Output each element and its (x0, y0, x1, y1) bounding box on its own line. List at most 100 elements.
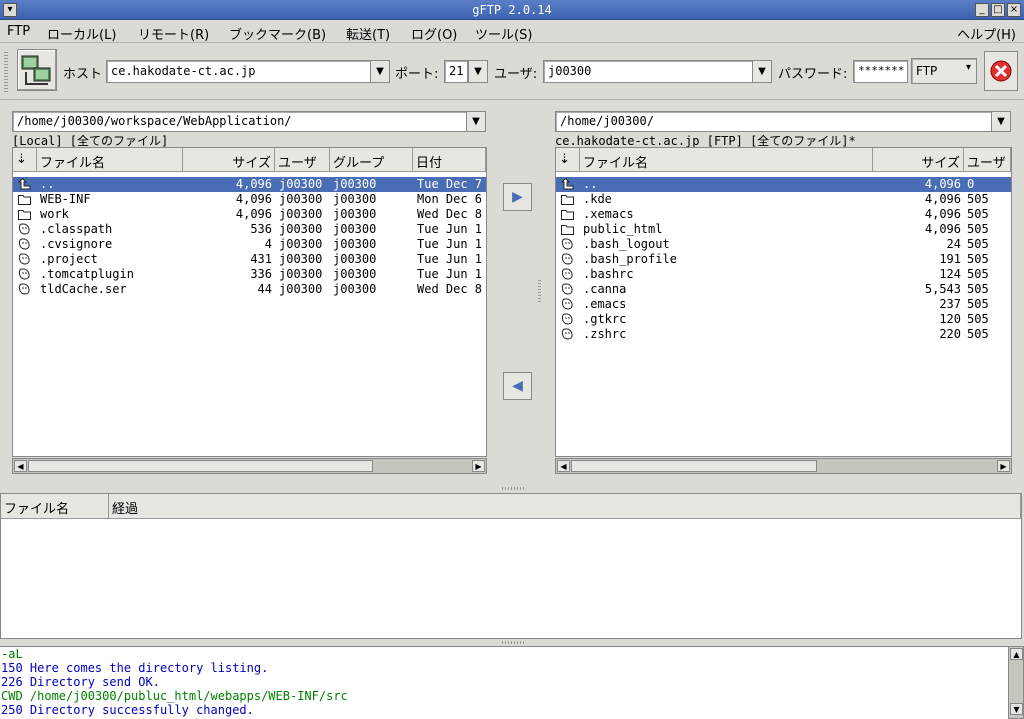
splitter-grip[interactable] (502, 641, 524, 644)
local-col-name[interactable]: ファイル名 (37, 148, 183, 172)
table-row[interactable]: .project 431 j00300 j00300 Tue Jun 1 (13, 252, 486, 267)
scroll-right-icon[interactable]: ▶ (472, 460, 485, 472)
pane-grip[interactable] (538, 280, 541, 304)
port-label: ポート: (395, 67, 439, 82)
remote-hscrollbar[interactable]: ◀ ▶ (555, 458, 1012, 474)
splitter-grip[interactable] (502, 487, 524, 490)
cell-user: j00300 (279, 282, 323, 296)
cell-size: 220 (939, 327, 961, 341)
folder-icon (561, 222, 576, 237)
remote-col-size[interactable]: サイズ (873, 148, 964, 172)
cell-name: .xemacs (583, 207, 634, 221)
local-col-user[interactable]: ユーザ (275, 148, 330, 172)
table-row[interactable]: work 4,096 j00300 j00300 Wed Dec 8 (13, 207, 486, 222)
local-hscrollbar[interactable]: ◀ ▶ (12, 458, 487, 474)
table-row[interactable]: .gtkrc 120 505 (556, 312, 1011, 327)
transfer-list[interactable]: ファイル名 経過 (0, 493, 1022, 639)
cell-user: j00300 (279, 237, 323, 251)
table-row[interactable]: .cvsignore 4 j00300 j00300 Tue Jun 1 (13, 237, 486, 252)
cell-name: WEB-INF (40, 192, 91, 206)
menu-2[interactable]: リモート(R) (138, 24, 209, 43)
cell-user: 505 (967, 192, 989, 206)
host-field[interactable]: ce.hakodate-ct.ac.jp (106, 60, 372, 83)
local-col-size[interactable]: サイズ (183, 148, 275, 172)
local-col-date[interactable]: 日付 (413, 148, 486, 172)
table-row[interactable]: .classpath 536 j00300 j00300 Tue Jun 1 (13, 222, 486, 237)
protocol-select[interactable]: FTP ▾ (911, 58, 977, 84)
stop-button[interactable] (984, 51, 1018, 91)
close-icon[interactable]: × (1007, 3, 1021, 17)
local-file-list[interactable]: ⇣ ファイル名 サイズ ユーザ グループ 日付 .. 4,096 j00300 j00… (12, 147, 487, 457)
table-row[interactable]: public_html 4,096 505 (556, 222, 1011, 237)
table-row[interactable]: .kde 4,096 505 (556, 192, 1011, 207)
remote-col-name[interactable]: ファイル名 (580, 148, 873, 172)
password-field[interactable]: ******* (853, 60, 908, 83)
file-icon (561, 267, 576, 282)
scroll-up-icon[interactable]: ▲ (1010, 648, 1023, 660)
cell-name: .kde (583, 192, 612, 206)
cell-group: j00300 (333, 177, 377, 191)
user-field[interactable]: j00300 (543, 60, 753, 83)
remote-col-user[interactable]: ユーザ (964, 148, 1011, 172)
table-row[interactable]: .xemacs 4,096 505 (556, 207, 1011, 222)
table-row[interactable]: .bash_logout 24 505 (556, 237, 1011, 252)
local-path-field[interactable]: /home/j00300/workspace/WebApplication/ (12, 111, 468, 132)
file-icon (561, 282, 576, 297)
transfer-col-progress[interactable]: 経過 (109, 494, 1021, 519)
table-row[interactable]: tldCache.ser 44 j00300 j00300 Wed Dec 8 (13, 282, 486, 297)
local-col-group[interactable]: グループ (330, 148, 413, 172)
cell-size: 5,543 (924, 282, 961, 296)
table-row[interactable]: .bashrc 124 505 (556, 267, 1011, 282)
scroll-right-icon[interactable]: ▶ (997, 460, 1010, 472)
remote-scroll-thumb[interactable] (571, 460, 817, 472)
menu-6[interactable]: ツール(S) (475, 24, 532, 43)
table-row[interactable]: .zshrc 220 505 (556, 327, 1011, 342)
table-row[interactable]: .. 4,096 0 (556, 177, 1011, 192)
table-row[interactable]: .emacs 237 505 (556, 297, 1011, 312)
menu-1[interactable]: ローカル(L) (47, 24, 116, 43)
sort-icon[interactable]: ⇣ (13, 148, 37, 172)
menu-5[interactable]: ログ(O) (411, 24, 457, 43)
maximize-icon[interactable]: □ (991, 3, 1005, 17)
table-row[interactable]: .. 4,096 j00300 j00300 Tue Dec 7 (13, 177, 486, 192)
stop-icon (990, 60, 1012, 82)
scroll-left-icon[interactable]: ◀ (557, 460, 570, 472)
cell-name: .bash_logout (583, 237, 670, 251)
file-icon (18, 222, 33, 237)
remote-path-field[interactable]: /home/j00300/ (555, 111, 992, 132)
table-row[interactable]: .tomcatplugin 336 j00300 j00300 Tue Jun 1 (13, 267, 486, 282)
transfer-col-name[interactable]: ファイル名 (1, 494, 109, 519)
menu-4[interactable]: 転送(T) (346, 24, 390, 43)
user-history-dropdown[interactable]: ▼ (752, 60, 772, 83)
table-row[interactable]: WEB-INF 4,096 j00300 j00300 Mon Dec 6 (13, 192, 486, 207)
port-field[interactable]: 21 (444, 60, 468, 83)
connect-button[interactable] (17, 49, 57, 91)
cell-name: .cvsignore (40, 237, 113, 251)
local-scroll-thumb[interactable] (28, 460, 373, 472)
local-path-dropdown[interactable]: ▼ (466, 111, 486, 132)
download-button[interactable]: ◀ (503, 372, 532, 400)
log-view[interactable]: -aL 150 Here comes the directory listing.… (0, 646, 1008, 719)
log-vscrollbar[interactable]: ▲ ▼ (1008, 646, 1024, 719)
table-row[interactable]: .bash_profile 191 505 (556, 252, 1011, 267)
minimize-icon[interactable]: _ (975, 3, 989, 17)
file-icon (561, 327, 576, 342)
scroll-left-icon[interactable]: ◀ (14, 460, 27, 472)
menu-7[interactable]: ヘルプ(H) (957, 24, 1016, 43)
host-history-dropdown[interactable]: ▼ (370, 60, 390, 83)
cell-size: 4,096 (924, 207, 961, 221)
file-icon (18, 237, 33, 252)
remote-file-list[interactable]: ⇣ ファイル名 サイズ ユーザ .. 4,096 0 .kde 4,096 505 .xem… (555, 147, 1012, 457)
table-row[interactable]: .canna 5,543 505 (556, 282, 1011, 297)
folder-icon (561, 207, 576, 222)
remote-path-dropdown[interactable]: ▼ (991, 111, 1011, 132)
scroll-down-icon[interactable]: ▼ (1010, 703, 1023, 715)
cell-date: Wed Dec 8 (417, 207, 483, 221)
toolbar-grip[interactable] (4, 52, 8, 92)
upload-button[interactable]: ▶ (503, 183, 532, 211)
port-history-dropdown[interactable]: ▼ (468, 60, 488, 83)
menu-3[interactable]: ブックマーク(B) (229, 24, 326, 43)
menu-0[interactable]: FTP (7, 24, 30, 39)
sort-icon[interactable]: ⇣ (556, 148, 580, 172)
cell-date: Tue Jun 1 (417, 222, 483, 236)
